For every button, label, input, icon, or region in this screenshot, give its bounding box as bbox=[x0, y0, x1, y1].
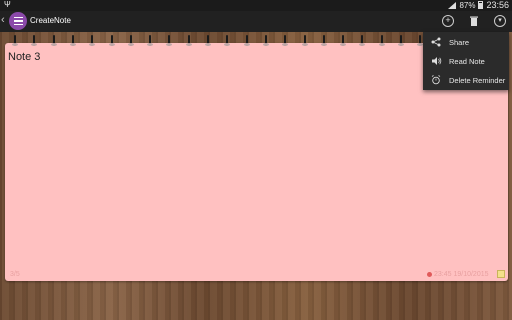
overflow-menu: Share Read Note Delete Reminder bbox=[423, 32, 509, 90]
menu-item-share[interactable]: Share bbox=[423, 33, 509, 52]
spiral-ring bbox=[417, 35, 424, 46]
spiral-ring bbox=[398, 35, 404, 46]
spiral-ring bbox=[282, 35, 289, 46]
trash-icon[interactable] bbox=[468, 15, 480, 27]
share-icon bbox=[423, 37, 449, 49]
notes-list-icon[interactable] bbox=[9, 12, 27, 30]
sticky-note-icon[interactable] bbox=[497, 270, 505, 278]
menu-item-label: Read Note bbox=[449, 57, 485, 66]
status-bar: Ψ 87% 23:56 bbox=[0, 0, 512, 11]
spiral-ring bbox=[320, 35, 327, 46]
menu-item-label: Delete Reminder bbox=[449, 76, 506, 85]
menu-item-delete-reminder[interactable]: Delete Reminder bbox=[423, 71, 509, 90]
usb-icon: Ψ bbox=[4, 0, 11, 9]
page-counter: 3/5 bbox=[10, 271, 20, 278]
signal-icon bbox=[448, 1, 457, 9]
add-icon[interactable]: + bbox=[442, 15, 454, 27]
note-title[interactable]: Note 3 bbox=[8, 51, 40, 63]
menu-item-read-note[interactable]: Read Note bbox=[423, 52, 509, 71]
alarm-icon bbox=[423, 74, 449, 87]
clock: 23:56 bbox=[486, 0, 509, 10]
battery-percent: 87% bbox=[459, 0, 476, 10]
reminder-timestamp: 23:45 19/10/2015 bbox=[427, 271, 489, 278]
action-bar: ‹ CreateNote + ▾ bbox=[0, 11, 512, 32]
spiral-ring bbox=[89, 35, 96, 46]
timestamp-text: 23:45 19/10/2015 bbox=[434, 271, 489, 278]
battery-icon bbox=[478, 1, 484, 9]
spiral-ring bbox=[205, 35, 211, 46]
spiral-ring bbox=[185, 35, 192, 46]
spiral-ring bbox=[108, 35, 115, 46]
spiral-ring bbox=[31, 35, 38, 46]
chevron-left-icon[interactable]: ‹ bbox=[1, 14, 5, 26]
spiral-ring bbox=[147, 35, 154, 46]
spiral-ring bbox=[69, 35, 76, 46]
menu-item-label: Share bbox=[449, 38, 470, 47]
spiral-ring bbox=[12, 35, 18, 46]
spiral-ring bbox=[50, 35, 57, 46]
spiral-ring bbox=[378, 35, 385, 46]
spiral-ring bbox=[301, 35, 308, 46]
spiral-ring bbox=[359, 35, 366, 46]
more-icon[interactable]: ▾ bbox=[494, 15, 506, 27]
spiral-ring bbox=[166, 35, 173, 46]
spiral-ring bbox=[127, 35, 134, 46]
spiral-ring bbox=[243, 35, 250, 46]
speaker-icon bbox=[423, 56, 449, 68]
spiral-ring bbox=[262, 35, 269, 46]
spiral-ring bbox=[340, 35, 347, 46]
alarm-icon bbox=[427, 272, 432, 277]
spiral-ring bbox=[224, 35, 231, 46]
page-title: CreateNote bbox=[30, 16, 71, 25]
